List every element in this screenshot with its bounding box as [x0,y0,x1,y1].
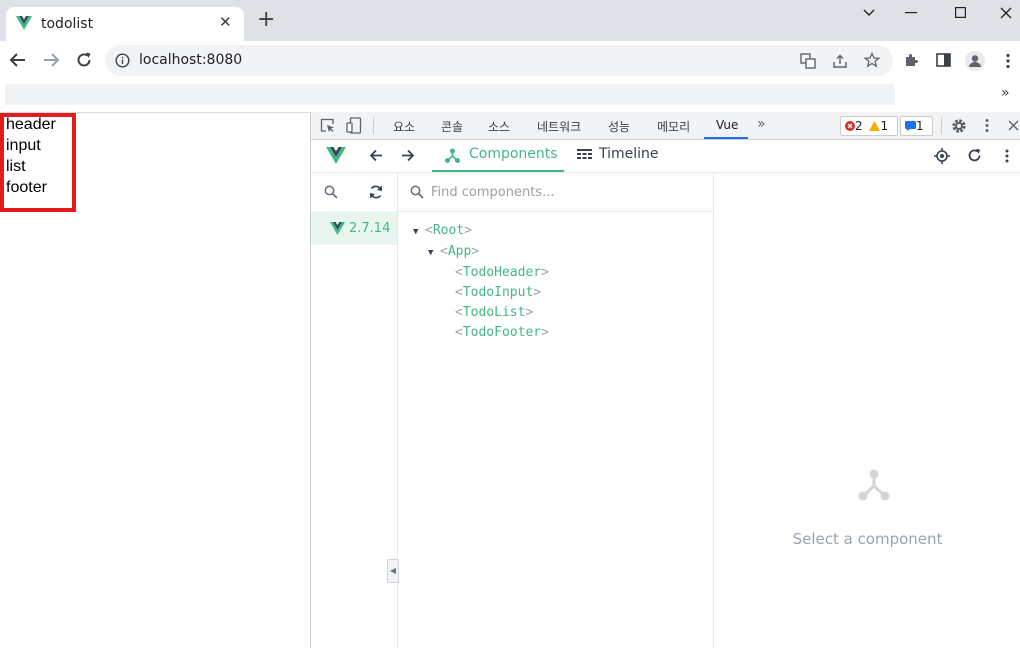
devtools-tab-vue[interactable]: Vue [716,118,738,132]
timeline-tab-label: Timeline [599,146,659,162]
timeline-tab[interactable]: Timeline [574,140,674,172]
devtools-close-icon[interactable] [1008,120,1019,131]
devtools-tab-performance[interactable]: 성능 [608,118,630,135]
component-search-row [398,173,713,212]
browser-tab[interactable]: todolist ✕ [6,7,244,41]
vue-back-arrow-icon[interactable] [369,149,383,162]
devtools-tab-memory[interactable]: 메모리 [657,118,690,135]
active-tab-indicator [704,137,748,139]
site-info-icon[interactable] [115,53,130,68]
messages-badge[interactable]: 1 [900,116,933,136]
components-tree-icon [445,148,460,163]
vue-refresh-icon[interactable] [967,148,982,163]
app-list-item[interactable]: 2.7.14 [311,211,397,245]
inspect-element-icon[interactable] [320,118,335,133]
message-count: 1 [916,119,924,133]
warning-count: 1 [880,119,889,133]
devtools-settings-gear-icon[interactable] [951,118,967,134]
error-icon [845,121,855,131]
devtools-menu-icon[interactable] [985,118,989,133]
devtools-tab-elements[interactable]: 요소 [393,118,415,135]
vue-devtools-logo-icon [326,147,346,164]
expand-triangle-icon[interactable]: ▼ [413,222,425,242]
tab-search-chevron-icon[interactable] [862,8,876,18]
tree-node-todo-header[interactable]: <TodoHeader> [413,263,549,283]
error-count: 2 [855,119,863,133]
devtools-tab-sources[interactable]: 소스 [488,118,510,135]
profile-avatar-icon[interactable] [964,50,986,72]
select-component-target-icon[interactable] [934,148,950,164]
bookmarks-bar [5,84,895,105]
forward-arrow-icon[interactable] [42,52,60,68]
devtools-panel: 요소 콘솔 소스 네트워크 성능 메모리 Vue » 2 1 1 Compone… [310,112,1020,648]
components-empty-icon [858,469,890,501]
browser-tab-strip: todolist ✕ + [0,0,1020,41]
reload-icon[interactable] [75,51,93,69]
more-tabs-icon[interactable]: » [757,116,766,132]
devtools-tab-console[interactable]: 콘솔 [441,118,463,135]
component-inspector-pane: Select a component [714,173,1020,648]
timeline-icon [577,149,592,159]
warning-icon [869,121,881,131]
tree-node-todo-footer[interactable]: <TodoFooter> [413,323,549,343]
components-tab-label: Components [469,146,558,162]
bookmark-star-icon[interactable] [864,52,880,68]
new-tab-button[interactable]: + [257,9,275,31]
components-tab-underline [432,170,564,172]
vue-app-logo-icon [330,222,345,235]
vue-version: 2.7.14 [349,221,391,236]
window-close-icon[interactable] [1000,7,1012,19]
tree-node-todo-input[interactable]: <TodoInput> [413,283,549,303]
extensions-puzzle-icon[interactable] [903,52,919,68]
component-search-input[interactable] [431,182,691,202]
devtools-tab-bar: 요소 콘솔 소스 네트워크 성능 메모리 Vue » 2 1 1 [311,112,1020,140]
issues-badge[interactable]: 2 1 [840,116,898,136]
vue-menu-icon[interactable] [1005,149,1009,163]
minimize-icon[interactable] [905,12,917,14]
url-text[interactable]: localhost:8080 [139,52,242,68]
message-icon [905,121,916,131]
component-search-icon [410,185,424,199]
tab-separator [373,117,374,134]
back-arrow-icon[interactable] [9,52,27,68]
expand-triangle-icon[interactable]: ▼ [428,243,440,263]
tree-node-root[interactable]: ▼ <Root> [413,221,549,242]
tab-close-icon[interactable]: ✕ [219,13,232,31]
apps-search-icon[interactable] [324,185,338,199]
maximize-icon[interactable] [955,7,966,18]
tab-title: todolist [41,16,94,32]
components-tab[interactable]: Components [432,140,564,172]
share-icon[interactable] [832,53,848,69]
browser-menu-icon[interactable] [1006,53,1010,69]
tree-node-app[interactable]: ▼ <App> [413,242,549,263]
side-panel-icon[interactable] [936,53,951,67]
translate-icon[interactable] [800,53,816,69]
empty-state-text: Select a component [792,530,943,548]
vue-forward-arrow-icon[interactable] [401,149,415,162]
device-toolbar-icon[interactable] [346,117,362,134]
highlight-box [0,113,76,212]
tab-separator [941,117,942,134]
apps-pane: 2.7.14 ◀ [311,173,399,648]
vue-logo-icon [16,16,32,30]
vue-devtools-toolbar: Components Timeline [311,140,1020,173]
bookmarks-overflow-icon[interactable]: » [1001,85,1010,101]
component-tree-pane: ▼<Root> ▼<App> <TodoHeader> <TodoInput> … [398,173,714,648]
devtools-tab-network[interactable]: 네트워크 [537,118,581,135]
apps-refresh-icon[interactable] [368,184,384,200]
component-tree: ▼ <Root> ▼ <App> <TodoHeader> <TodoInput> … [413,221,549,343]
tree-node-todo-list[interactable]: <TodoList> [413,303,549,323]
